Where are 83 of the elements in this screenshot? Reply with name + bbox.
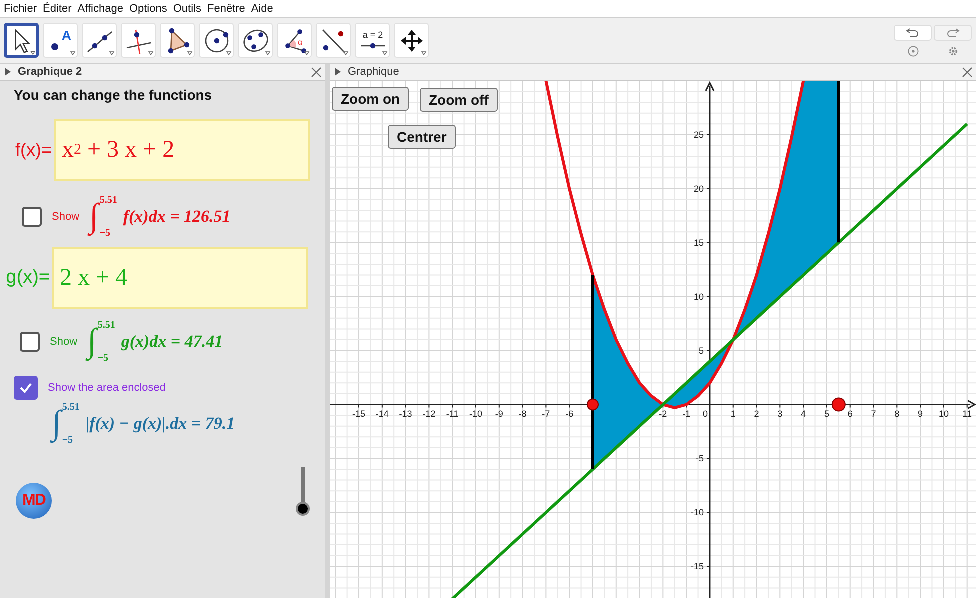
- integral-formula: |f(x) − g(x)|.dx = 79.1: [86, 414, 236, 434]
- function-label: g(x)=: [5, 267, 50, 289]
- integral-sign: ∫: [88, 325, 97, 359]
- panel-title: Graphique: [348, 66, 400, 78]
- point-marker[interactable]: [586, 398, 599, 411]
- lower-limit: −5: [100, 228, 112, 239]
- integral-sign: ∫: [52, 407, 62, 441]
- tick-label: 7: [871, 408, 876, 419]
- tick-label: -15: [690, 562, 704, 572]
- tick-label: -7: [542, 408, 550, 419]
- tick-label: -13: [399, 408, 412, 419]
- upper-limit: 5.51: [98, 320, 116, 331]
- graph-button[interactable]: Zoom on: [332, 87, 410, 111]
- tick-label: -8: [518, 408, 527, 419]
- tick-label: -12: [422, 408, 436, 419]
- tick-label: 9: [918, 408, 924, 419]
- logo-text: MD: [22, 492, 46, 510]
- settings-icon[interactable]: [948, 46, 958, 56]
- function-input-field[interactable]: x$^{2}$ + 3 x + 2: [54, 119, 310, 181]
- undo-button[interactable]: [894, 24, 932, 40]
- tick-label: 10: [694, 292, 704, 302]
- menu-item[interactable]: Aide: [251, 2, 274, 14]
- checkbox-label[interactable]: Show the area enclosed: [48, 382, 166, 394]
- menu-item[interactable]: Options: [129, 2, 168, 14]
- lower-limit: −5: [62, 435, 74, 446]
- function-label: f(x)=: [14, 140, 52, 160]
- tick-label: 6: [848, 408, 853, 419]
- tick-label: 25: [694, 130, 704, 140]
- tick-label: -15: [352, 408, 366, 419]
- tick-label: -10: [690, 508, 704, 518]
- menu-item[interactable]: Fichier: [4, 2, 38, 14]
- close-icon[interactable]: [962, 66, 973, 78]
- upper-limit: 5.51: [100, 195, 118, 206]
- tick-label: 3: [778, 408, 783, 419]
- undo-icon: [906, 28, 920, 38]
- checkbox-label[interactable]: Show: [52, 211, 80, 223]
- graph-button[interactable]: Centrer: [388, 125, 456, 149]
- tick-label: 10: [938, 408, 949, 419]
- tool-button[interactable]: α: [277, 23, 312, 58]
- lower-limit: −5: [98, 353, 110, 364]
- tick-label: 15: [694, 238, 704, 248]
- tick-label: -10: [470, 408, 482, 419]
- graph-button[interactable]: Zoom off: [420, 88, 498, 112]
- tick-label: 2: [754, 408, 760, 419]
- help-icon[interactable]: [908, 46, 918, 56]
- redo-icon: [946, 28, 960, 38]
- panel-title: Graphique 2: [18, 66, 84, 78]
- close-icon[interactable]: [311, 66, 322, 78]
- menu-item[interactable]: Éditer: [43, 2, 72, 14]
- upper-limit: 5.51: [62, 402, 80, 413]
- tick-label: -2: [659, 408, 668, 419]
- tick-label: 20: [694, 184, 704, 194]
- collapse-arrow-icon[interactable]: [335, 68, 341, 76]
- tick-label: -1: [682, 408, 691, 419]
- integral-formula: g(x)dx = 47.41: [121, 332, 224, 352]
- instruction-text: You can change the functions: [14, 87, 214, 103]
- tick-label: 1: [730, 408, 736, 419]
- tick-label: 0: [702, 408, 708, 419]
- menu-item[interactable]: Outils: [173, 2, 202, 14]
- menu-item[interactable]: Fenêtre: [207, 2, 246, 14]
- checkbox[interactable]: [20, 332, 40, 352]
- tick-label: 5: [698, 346, 704, 356]
- tick-label: 4: [801, 408, 806, 419]
- tool-button[interactable]: a = 2: [355, 23, 390, 58]
- checkbox[interactable]: [22, 207, 42, 227]
- point-marker[interactable]: [832, 398, 846, 412]
- integral-sign: ∫: [90, 200, 99, 234]
- tick-label: 8: [894, 408, 900, 419]
- tick-label: -9: [495, 408, 504, 419]
- tick-label: -11: [446, 408, 459, 419]
- tool-button[interactable]: [4, 23, 39, 58]
- redo-button[interactable]: [934, 24, 972, 40]
- tick-label: 5: [824, 408, 830, 419]
- tool-button[interactable]: A: [43, 23, 78, 58]
- collapse-arrow-icon[interactable]: [5, 68, 11, 76]
- checkbox[interactable]: [14, 376, 38, 400]
- menu-item[interactable]: Affichage: [78, 2, 124, 14]
- integral-formula: f(x)dx = 126.51: [123, 207, 231, 227]
- tick-label: 11: [962, 408, 972, 419]
- tick-label: -5: [696, 454, 704, 464]
- slider-thumb[interactable]: [296, 502, 310, 516]
- tick-label: -6: [566, 408, 574, 419]
- tick-label: -14: [376, 408, 389, 419]
